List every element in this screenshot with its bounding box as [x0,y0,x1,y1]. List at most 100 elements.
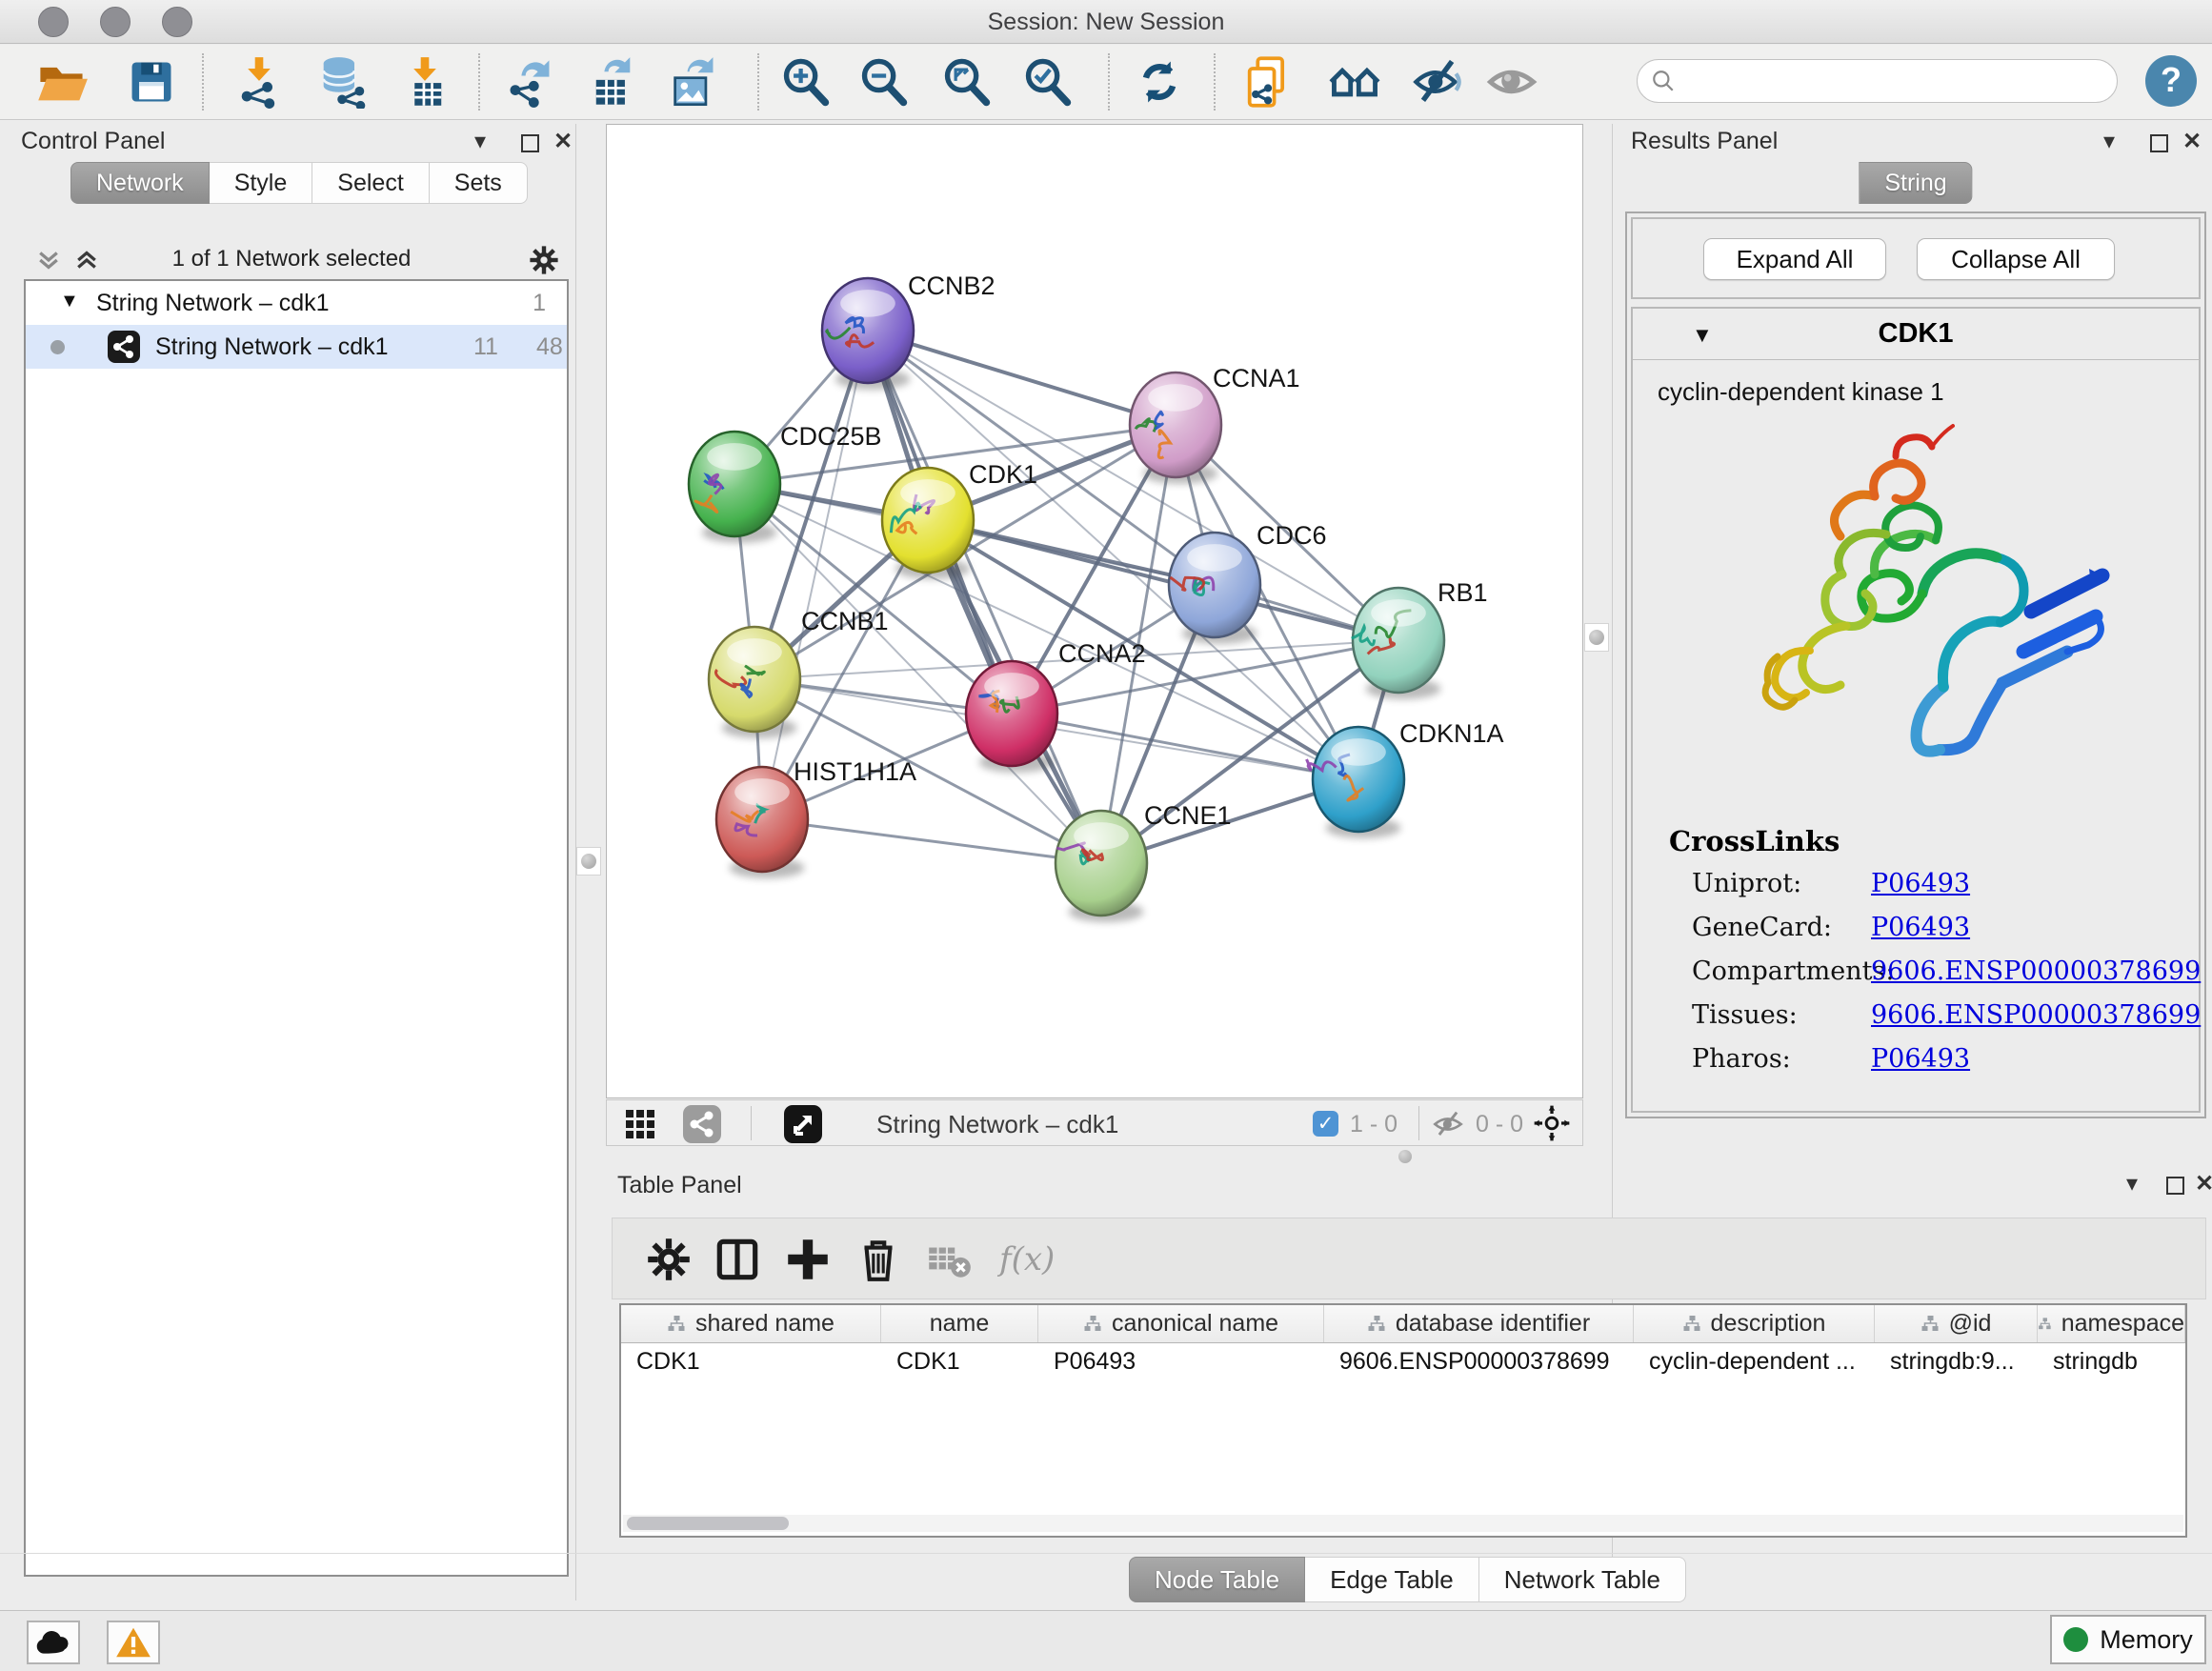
zoom-out-icon[interactable] [857,55,911,109]
network-node-CCNA1[interactable]: CCNA1 [1130,364,1300,484]
table-cell[interactable]: cyclin-dependent ... [1634,1343,1875,1381]
network-row-selected[interactable]: String Network – cdk1 11 48 [26,325,567,369]
network-collection-row[interactable]: ▼ String Network – cdk1 1 [26,281,567,325]
protein-section-header[interactable]: ▼ CDK1 [1633,309,2199,360]
cloud-status-button[interactable] [27,1621,80,1664]
string-network-badge-icon [108,331,140,363]
network-options-gear-icon[interactable] [526,242,562,278]
network-edge[interactable] [928,520,1398,640]
table-cell[interactable]: 9606.ENSP00000378699 [1324,1343,1634,1381]
export-image-icon[interactable] [667,55,720,109]
network-node-CCNE1[interactable]: CCNE1 [1056,801,1232,922]
table-tab-network-table[interactable]: Network Table [1479,1557,1686,1602]
horizontal-scrollbar[interactable] [623,1515,2183,1532]
control-panel-float-icon[interactable]: ▾ [474,131,486,152]
column-header-database-identifier[interactable]: database identifier [1324,1305,1634,1342]
import-network-database-icon[interactable] [314,55,368,109]
results-panel-maximize-icon[interactable] [2150,134,2168,152]
export-table-icon[interactable] [586,55,639,109]
table-cell[interactable]: stringdb [2038,1343,2185,1381]
collapse-all-button[interactable]: Collapse All [1917,238,2115,280]
first-neighbors-icon[interactable] [1328,55,1381,109]
column-header-canonical-name[interactable]: canonical name [1038,1305,1324,1342]
hide-selected-eye-icon[interactable] [1411,55,1464,109]
import-table-icon[interactable] [398,55,452,109]
network-share-view-icon[interactable] [683,1105,721,1143]
crosslink-link[interactable]: 9606.ENSP00000378699 [1871,956,2201,986]
scrollbar-thumb[interactable] [627,1517,789,1530]
network-graph: CCNB2CCNA1CDC25BCDK1CDC6RB1CCNB1CCNA2CDK… [607,125,1582,1097]
refresh-icon[interactable] [1133,55,1186,109]
open-session-icon[interactable] [35,55,89,109]
crosslink-link[interactable]: P06493 [1871,913,1970,942]
zoom-in-icon[interactable] [779,55,833,109]
grid-view-icon[interactable] [624,1108,656,1140]
network-node-CCNB2[interactable]: CCNB2 [822,272,995,390]
control-panel-maximize-icon[interactable] [521,134,539,152]
crosslink-link[interactable]: P06493 [1871,1044,1970,1074]
table-panel-maximize-icon[interactable] [2166,1177,2184,1195]
table-settings-gear-icon[interactable] [643,1234,694,1285]
network-canvas[interactable]: CCNB2CCNA1CDC25BCDK1CDC6RB1CCNB1CCNA2CDK… [606,124,1583,1098]
column-header-shared-name[interactable]: shared name [621,1305,881,1342]
column-header-name[interactable]: name [881,1305,1038,1342]
control-panel-close-icon[interactable]: ✕ [553,131,573,152]
results-panel-float-icon[interactable]: ▾ [2103,131,2115,152]
table-tab-edge-table[interactable]: Edge Table [1305,1557,1479,1602]
tab-string[interactable]: String [1859,162,1972,204]
zoom-selected-icon[interactable] [1021,55,1075,109]
left-splitter-handle[interactable] [576,847,601,876]
horizontal-splitter-handle[interactable] [1398,1150,1412,1163]
table-panel-float-icon[interactable]: ▾ [2126,1174,2138,1195]
crosslink-link[interactable]: P06493 [1871,869,1970,898]
table-tab-node-table[interactable]: Node Table [1129,1557,1305,1602]
new-network-from-selection-icon[interactable] [1240,55,1294,109]
table-cell[interactable]: stringdb:9... [1875,1343,2038,1381]
collection-expand-caret[interactable]: ▼ [60,291,79,312]
add-column-icon[interactable] [782,1234,834,1285]
expand-all-button[interactable]: Expand All [1703,238,1886,280]
export-network-icon[interactable] [503,55,556,109]
zoom-fit-icon[interactable] [940,55,994,109]
show-all-eye-icon[interactable] [1485,55,1538,109]
selected-checkbox-icon[interactable]: ✓ [1313,1111,1338,1137]
table-cell[interactable]: CDK1 [881,1343,1038,1381]
network-edge[interactable] [762,819,1101,863]
control-tab-sets[interactable]: Sets [430,162,528,204]
crosslinks-heading: CrossLinks [1669,825,1840,857]
node-label: CDK1 [969,460,1037,489]
table-panel-header: Table Panel ▾ ✕ [606,1168,2212,1204]
column-header-description[interactable]: description [1634,1305,1875,1342]
save-session-icon[interactable] [125,55,178,109]
control-tab-style[interactable]: Style [210,162,313,204]
control-tab-network[interactable]: Network [70,162,210,204]
table-row[interactable]: CDK1CDK1P064939606.ENSP00000378699cyclin… [621,1343,2185,1381]
network-node-CDKN1A[interactable]: CDKN1A [1307,719,1504,838]
crosslink-link[interactable]: 9606.ENSP00000378699 [1871,1000,2201,1030]
table-cell[interactable]: CDK1 [621,1343,881,1381]
network-node-RB1[interactable]: RB1 [1352,578,1488,699]
warning-status-button[interactable] [107,1621,160,1664]
birds-eye-view-icon[interactable] [784,1105,822,1143]
table-panel-close-icon[interactable]: ✕ [2195,1174,2212,1195]
table-cell[interactable]: P06493 [1038,1343,1324,1381]
memory-button[interactable]: Memory [2050,1615,2206,1664]
selected-node-edge-counts: 1 - 0 [1350,1111,1398,1138]
import-network-file-icon[interactable] [232,55,286,109]
search-input[interactable] [1685,68,2103,94]
crosslink-label: Tissues: [1692,1000,1798,1030]
network-node-CDC6[interactable]: CDC6 [1169,521,1327,644]
column-header-namespace[interactable]: namespace [2038,1305,2185,1342]
network-edge[interactable] [868,331,1176,425]
right-splitter-handle[interactable] [1584,623,1609,652]
network-node-CDK1[interactable]: CDK1 [882,460,1037,579]
delete-column-icon[interactable] [853,1234,904,1285]
column-header--id[interactable]: @id [1875,1305,2038,1342]
network-node-HIST1H1A[interactable]: HIST1H1A [716,757,916,878]
control-tab-select[interactable]: Select [312,162,429,204]
fit-selected-crosshair-icon[interactable] [1533,1104,1571,1142]
help-button[interactable]: ? [2145,55,2197,107]
results-panel-close-icon[interactable]: ✕ [2182,131,2202,152]
network-edge[interactable] [762,331,868,819]
show-column-icon[interactable] [712,1234,763,1285]
